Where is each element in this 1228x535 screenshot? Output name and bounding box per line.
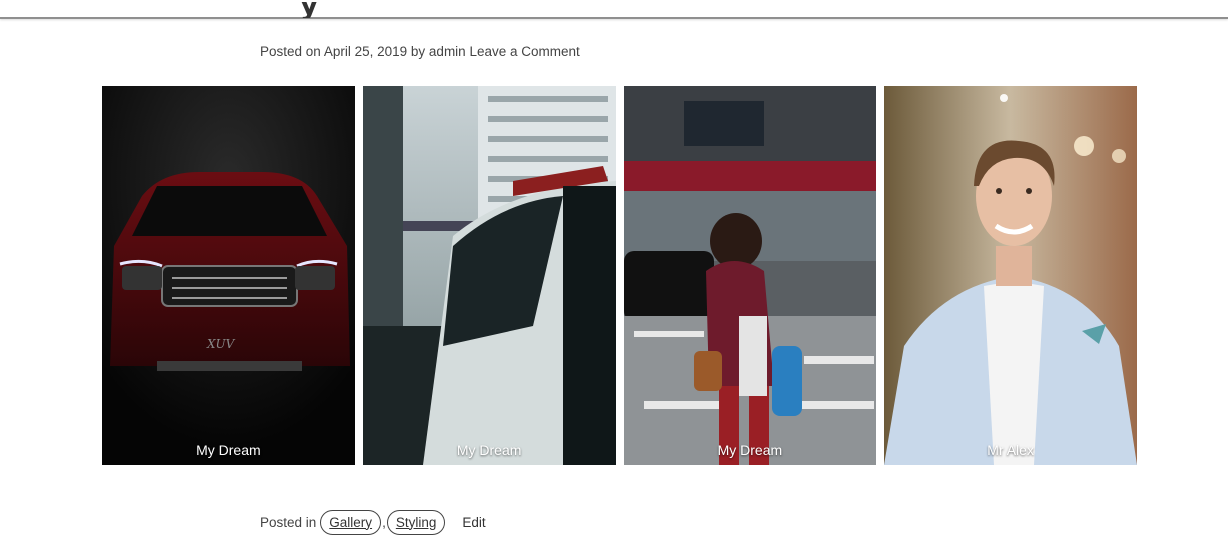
gallery-caption: Mr Alex — [987, 442, 1034, 458]
gallery-item-car[interactable]: XUV My Dream — [102, 86, 355, 465]
street-image — [623, 86, 877, 465]
portrait-image — [884, 86, 1137, 465]
post-title-text: y — [300, 2, 318, 18]
badge-decoration: XUV — [206, 337, 236, 351]
gallery-item-portrait[interactable]: Mr Alex — [884, 86, 1137, 465]
police-car-image — [362, 86, 616, 465]
author-link[interactable]: admin — [429, 44, 466, 59]
top-bar — [0, 0, 1228, 19]
post-footer: Posted in Gallery, Styling Edit — [260, 509, 486, 535]
image-gallery: XUV My Dream My Dream My Dream Mr Alex — [102, 86, 1137, 465]
tag-separator: , — [382, 514, 386, 530]
gallery-caption: My Dream — [456, 442, 522, 458]
gallery-item-police-car[interactable]: My Dream — [362, 86, 616, 465]
post-title: y — [300, 2, 360, 18]
gallery-caption: My Dream — [717, 442, 783, 458]
posted-on-label: Posted on — [260, 44, 321, 59]
edit-post-link[interactable]: Edit — [462, 515, 485, 530]
posted-in-label: Posted in — [260, 514, 317, 530]
gallery-item-street[interactable]: My Dream — [623, 86, 877, 465]
post-date-link[interactable]: April 25, 2019 — [324, 44, 407, 59]
car-image: XUV — [102, 86, 355, 465]
gallery-caption: My Dream — [196, 442, 261, 458]
by-label: by — [410, 44, 426, 59]
post-meta: Posted on April 25, 2019 by admin Leave … — [260, 44, 580, 59]
leave-comment-link[interactable]: Leave a Comment — [469, 44, 579, 59]
